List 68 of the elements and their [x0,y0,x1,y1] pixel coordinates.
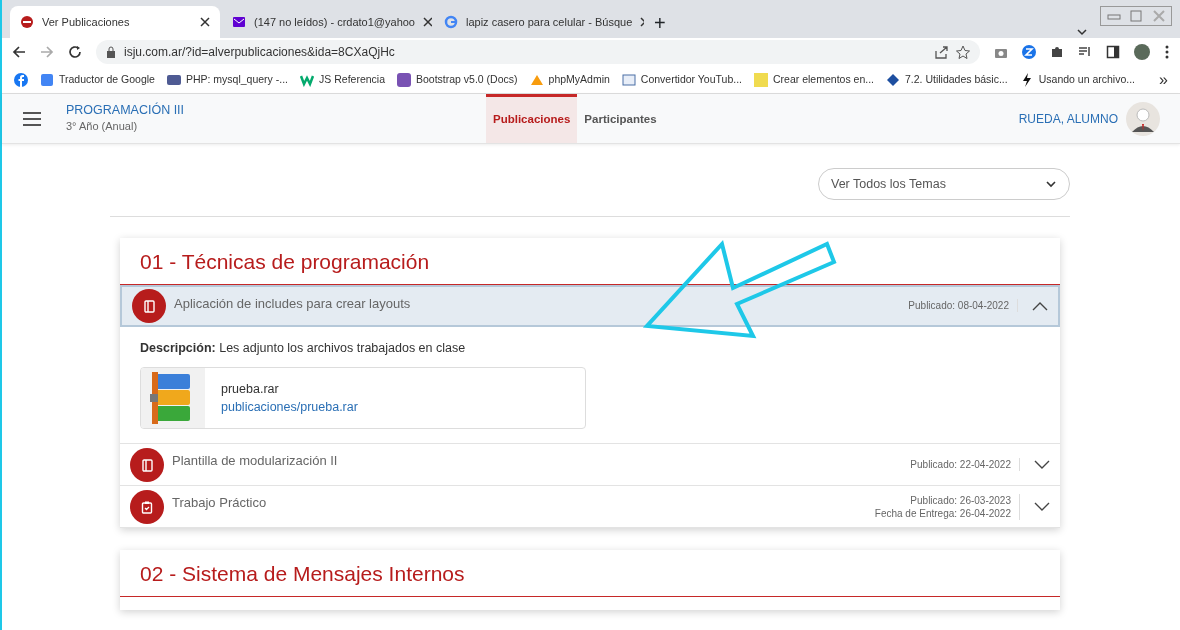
playlist-icon[interactable] [1078,45,1092,59]
more-icon[interactable] [1164,45,1170,59]
more-bookmarks-button[interactable]: » [1159,67,1168,92]
bookmark-link[interactable]: JS Referencia [300,71,385,88]
file-link[interactable]: publicaciones/prueba.rar [221,398,358,417]
envelope-icon [232,15,246,29]
publication-title: Aplicación de includes para crear layouts [174,294,411,313]
js-icon [754,72,768,87]
chevron-down-icon[interactable] [1034,459,1050,470]
browser-tab[interactable]: Ver Publicaciones [10,6,220,38]
publication-header[interactable]: Plantilla de modularización II Publicado: 22-04-2022 [120,444,1060,487]
z-badge-icon[interactable] [1022,45,1036,59]
address-bar[interactable]: isju.com.ar/?id=alverpublicaciones&ida=8CXaQjHc [96,40,980,64]
user-name[interactable]: RUEDA, ALUMNO [1018,109,1118,128]
user-avatar-icon[interactable] [1126,101,1160,136]
bookmark-link[interactable]: Convertidor YouTub... [621,71,742,88]
bookmark-link[interactable]: phpMyAdmin [529,71,610,88]
browser-tab[interactable]: lapiz casero para celular - Búsque [434,6,644,38]
new-tab-button[interactable]: + [646,8,674,38]
menu-icon[interactable] [22,110,42,127]
letter-g-icon [444,15,458,29]
publication-date: Fecha de Entrega: 26-04-2022 [874,506,1011,520]
bookmark-link[interactable]: Usando un archivo... [1019,71,1135,88]
diamond-icon [886,72,900,87]
php-icon [166,72,181,87]
publication-title: Plantilla de modularización II [172,452,338,471]
attachment-card[interactable]: prueba.rar publicaciones/prueba.rar [140,367,586,430]
publication-date: Publicado: 08-04-2022 [908,299,1009,312]
reload-icon[interactable] [68,45,82,59]
avatar-icon[interactable] [1134,44,1150,60]
browser-tab[interactable]: (147 no leídos) - crdato1@yahoo [222,6,432,38]
translate-icon [40,72,54,87]
description-text: Descripción: Les adjunto los archivos trabajados en clase [140,339,467,357]
star-icon[interactable] [956,45,970,59]
publication-date: Publicado: 26-03-2023 [909,493,1011,507]
url-text: isju.com.ar/?id=alverpublicaciones&ida=8CXaQjHc [124,44,396,61]
bookmark-link[interactable]: 7.2. Utilidades básic... [886,71,1008,88]
bookmark-link[interactable]: Crear elementos en... [754,71,874,88]
publication-header[interactable]: Aplicación de includes para crear layouts Publicado: 08-04-2022 [120,284,1060,327]
topic-select[interactable]: Ver Todos los Temas [818,168,1070,200]
clipboard-check-icon [140,499,154,514]
sidebar-icon[interactable] [1106,45,1120,59]
nav-tab[interactable]: Participantes [577,94,664,143]
publication-date: Publicado: 22-04-2022 [910,458,1011,472]
share-icon[interactable] [934,45,948,59]
bootstrap-icon [397,72,411,87]
topic-title: 01 - Técnicas de programación [120,238,1060,285]
publication-header[interactable]: Trabajo Práctico Publicado: 26-03-2023 Fecha de Entrega: 26-04-2022 [120,486,1060,529]
lock-icon [106,46,116,58]
nav-tab[interactable]: Publicaciones [486,94,578,143]
course-title[interactable]: PROGRAMACIÓN III [66,102,486,118]
publication-title: Trabajo Práctico [172,494,267,513]
chevron-down-icon[interactable] [1034,501,1050,512]
notebook-icon [142,298,156,313]
file-name: prueba.rar [221,380,280,398]
chevron-down-icon[interactable] [1076,26,1088,38]
notebook-icon [140,457,154,472]
bookmark-link[interactable]: Traductor de Google [40,71,155,88]
chevron-up-icon[interactable] [1032,300,1048,311]
chevron-down-icon [1045,178,1057,190]
bookmark-link[interactable]: Bootstrap v5.0 (Docs) [397,71,518,88]
facebook-icon[interactable] [14,72,28,87]
yt-icon [621,72,636,87]
logo-icon [20,15,34,29]
back-icon[interactable] [12,45,26,59]
course-subtitle: 3° Año (Anual) [66,118,139,134]
bookmark-link[interactable]: PHP: mysql_query -... [166,71,289,88]
topic-title: 02 - Sistema de Mensajes Internos [120,550,1060,597]
